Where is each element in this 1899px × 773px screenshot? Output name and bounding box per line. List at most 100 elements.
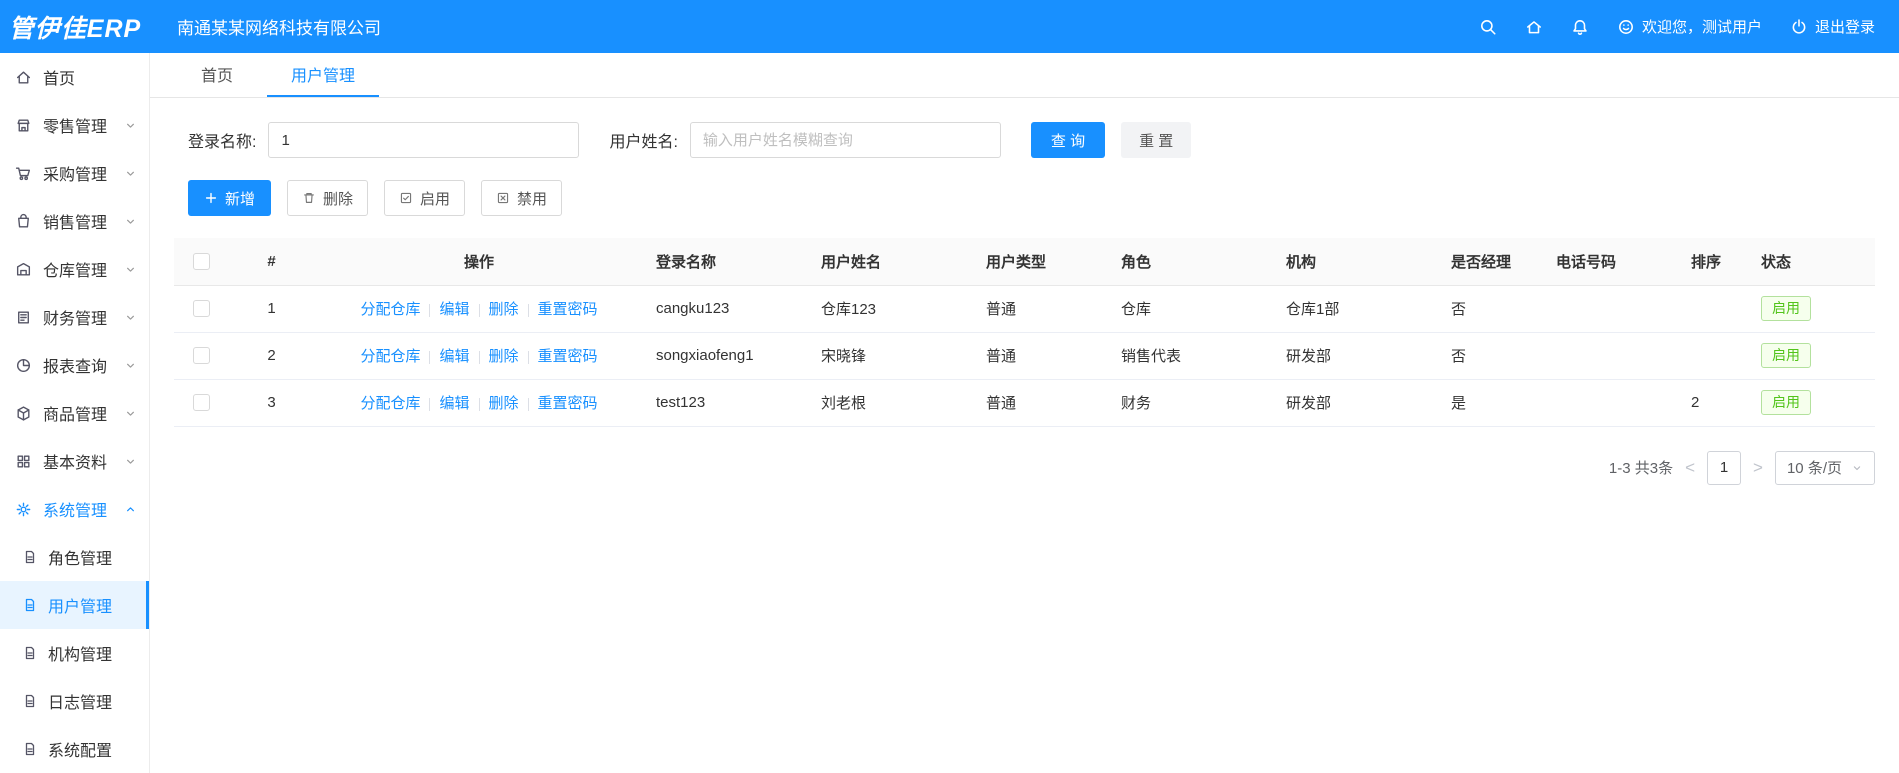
sidebar-item-label: 采购管理 [43,167,108,184]
cell-type: 普通 [974,379,1109,427]
reset-password-link[interactable]: 重置密码 [538,348,598,365]
sidebar-item-system[interactable]: 系统管理 [0,485,149,533]
col-header-type: 用户类型 [974,238,1109,286]
sidebar-item-reports[interactable]: 报表查询 [0,341,149,389]
col-header-phone: 电话号码 [1544,238,1679,286]
portal-home-icon[interactable] [1525,18,1543,36]
sidebar-item-log-mgmt[interactable]: 日志管理 [0,677,149,725]
cell-type: 普通 [974,285,1109,333]
row-checkbox[interactable] [193,347,210,365]
prev-page-arrow[interactable]: < [1685,458,1695,478]
logout-button[interactable]: 退出登录 [1790,16,1875,37]
page-size-select[interactable]: 10 条/页 [1774,450,1875,485]
sidebar-item-system-config[interactable]: 系统配置 [0,725,149,773]
sidebar-item-basic-data[interactable]: 基本资料 [0,437,149,485]
chevron-down-icon [124,215,137,228]
divider [527,303,529,317]
search-icon[interactable] [1479,18,1497,36]
assign-warehouse-link[interactable]: 分配仓库 [360,395,420,412]
sidebar-item-sales[interactable]: 销售管理 [0,197,149,245]
delete-link[interactable]: 删除 [489,348,519,365]
search-button[interactable]: 查 询 [1030,122,1106,158]
reset-button[interactable]: 重 置 [1121,122,1192,158]
cell-login: cangku123 [644,285,809,333]
document-icon [22,549,38,565]
chevron-down-icon [124,311,137,324]
document-icon [22,693,38,709]
user-welcome[interactable]: 欢迎您，测试用户 [1617,16,1762,37]
sidebar-item-label: 角色管理 [48,551,113,568]
sidebar-item-label: 报表查询 [43,359,108,376]
chevron-up-icon [124,503,137,516]
welcome-text: 欢迎您，测试用户 [1641,19,1762,36]
chevron-down-icon [124,119,137,132]
cell-manager: 是 [1439,379,1544,427]
sidebar-item-org-mgmt[interactable]: 机构管理 [0,629,149,677]
edit-link[interactable]: 编辑 [439,348,469,365]
add-button[interactable]: 新增 [188,180,272,216]
next-page-arrow[interactable]: > [1753,458,1763,478]
user-table: # 操作 登录名称 用户姓名 用户类型 角色 机构 是否经理 电话号码 排序 状… [174,238,1875,427]
row-checkbox[interactable] [193,300,210,318]
select-all-checkbox[interactable] [193,253,210,271]
tab-home[interactable]: 首页 [177,53,257,97]
sidebar-item-warehouse[interactable]: 仓库管理 [0,245,149,293]
document-icon [22,741,38,757]
sidebar-item-home[interactable]: 首页 [0,53,149,101]
enable-button[interactable]: 启用 [384,180,466,216]
reset-password-link[interactable]: 重置密码 [538,395,598,412]
toolbar: 新增 删除 启用 禁用 [188,180,1875,216]
cell-role: 仓库 [1109,285,1274,333]
cell-sort [1679,332,1749,380]
logout-text: 退出登录 [1814,19,1875,36]
chevron-down-icon [124,455,137,468]
power-icon [1790,18,1808,36]
divider [429,350,431,364]
delete-link[interactable]: 删除 [489,395,519,412]
col-header-name: 用户姓名 [809,238,974,286]
content: 登录名称: 用户姓名: 查 询 重 置 新增 删除 启用 [150,98,1899,485]
disable-button-label: 禁用 [517,190,548,208]
login-name-input[interactable] [268,122,580,158]
row-index: 2 [229,332,314,380]
edit-link[interactable]: 编辑 [439,301,469,318]
status-badge: 启用 [1761,390,1811,415]
sidebar-item-label: 系统配置 [48,743,113,760]
assign-warehouse-link[interactable]: 分配仓库 [360,348,420,365]
table-row: 3 分配仓库 编辑 删除 重置密码 test123 刘老根 普通 财务 研发部 是 2… [174,379,1875,427]
assign-warehouse-link[interactable]: 分配仓库 [360,301,420,318]
login-name-label: 登录名称: [188,134,257,151]
company-name: 南通某某网络科技有限公司 [177,19,381,38]
delete-button-label: 删除 [323,190,354,208]
sidebar-item-label: 仓库管理 [43,263,108,280]
notification-bell-icon[interactable] [1571,18,1589,36]
cell-phone [1544,379,1679,427]
topbar: 管伊佳ERP 南通某某网络科技有限公司 欢迎您，测试用户 退出登录 [0,0,1899,53]
sidebar-item-goods[interactable]: 商品管理 [0,389,149,437]
pagination-total: 1-3 共3条 [1608,460,1674,477]
cell-org: 仓库1部 [1274,285,1439,333]
gear-icon [15,501,32,518]
sidebar: 首页 零售管理 采购管理 销售管理 仓库管理 财务管理 报表查询 商品管理 基本… [0,53,150,773]
cell-login: songxiaofeng1 [644,332,809,380]
sidebar-item-label: 日志管理 [48,695,113,712]
user-name-label: 用户姓名: [609,134,678,151]
delete-button[interactable]: 删除 [287,180,369,216]
sidebar-item-label: 零售管理 [43,119,108,136]
sidebar-item-user-mgmt[interactable]: 用户管理 [0,581,149,629]
sidebar-item-role-mgmt[interactable]: 角色管理 [0,533,149,581]
user-name-input[interactable] [689,122,1001,158]
sidebar-item-purchase[interactable]: 采购管理 [0,149,149,197]
sidebar-item-finance[interactable]: 财务管理 [0,293,149,341]
reset-password-link[interactable]: 重置密码 [538,301,598,318]
delete-link[interactable]: 删除 [489,301,519,318]
page-size-value: 10 条/页 [1786,460,1842,477]
edit-link[interactable]: 编辑 [439,395,469,412]
row-checkbox[interactable] [193,394,210,412]
page-number[interactable]: 1 [1707,450,1742,485]
x-square-icon [496,191,510,205]
tab-user-mgmt[interactable]: 用户管理 [267,53,380,97]
disable-button[interactable]: 禁用 [481,180,563,216]
sidebar-item-label: 销售管理 [43,215,108,232]
sidebar-item-retail[interactable]: 零售管理 [0,101,149,149]
